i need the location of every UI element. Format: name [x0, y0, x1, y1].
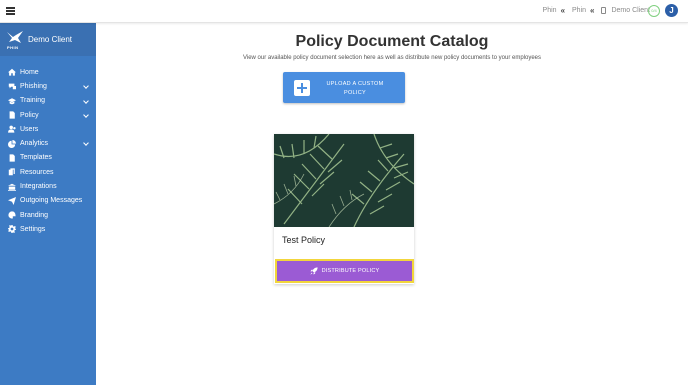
- training-icon: [8, 97, 16, 105]
- chevron-down-icon: [83, 97, 89, 104]
- top-bar: Phin « Phin « Demo Client 0/4 J: [0, 0, 688, 23]
- sidebar-item-outgoing-messages[interactable]: Outgoing Messages: [0, 194, 96, 208]
- sidebar-item-label: Settings: [20, 225, 46, 233]
- sidebar-nav: Home Phishing Training Policy Users Anal…: [0, 65, 96, 237]
- breadcrumb: Phin « Phin « Demo Client: [543, 6, 650, 15]
- sidebar-item-label: Training: [20, 97, 46, 105]
- sidebar-item-label: Outgoing Messages: [20, 197, 83, 205]
- policy-card-image: [274, 134, 414, 227]
- status-indicator[interactable]: 0/4: [648, 5, 660, 17]
- distribute-policy-button[interactable]: DISTRIBUTE POLICY: [275, 259, 414, 283]
- chevron-left-double-icon: «: [560, 6, 566, 15]
- analytics-icon: [8, 139, 16, 148]
- main-content: Policy Document Catalog View our availab…: [96, 23, 688, 385]
- breadcrumb-item[interactable]: Phin: [572, 7, 586, 14]
- plus-icon: [294, 80, 310, 96]
- chevron-down-icon: [83, 140, 89, 147]
- policy-card-title: Test Policy: [282, 235, 326, 245]
- chevron-left-double-icon: «: [590, 6, 595, 15]
- sidebar-item-policy[interactable]: Policy: [0, 108, 96, 122]
- phishing-icon: [8, 82, 16, 90]
- sidebar-item-label: Analytics: [20, 140, 49, 148]
- sidebar-item-resources[interactable]: Resources: [0, 165, 96, 179]
- breadcrumb-item[interactable]: Demo Client: [611, 7, 650, 14]
- sidebar-item-settings[interactable]: Settings: [0, 222, 96, 236]
- rocket-icon: [309, 267, 318, 275]
- sidebar: PHIN Demo Client Home Phishing Training …: [0, 23, 96, 385]
- breadcrumb-item[interactable]: Phin: [543, 7, 557, 14]
- sidebar-item-templates[interactable]: Templates: [0, 151, 96, 165]
- page-subtitle: View our available policy document selec…: [242, 55, 542, 61]
- upload-custom-policy-button[interactable]: UPLOAD A CUSTOM POLICY: [283, 72, 405, 103]
- upload-button-label: UPLOAD A CUSTOM POLICY: [326, 81, 384, 96]
- outgoing-messages-icon: [8, 196, 16, 205]
- resources-icon: [8, 168, 16, 176]
- chevron-down-icon: [83, 83, 89, 90]
- sidebar-item-phishing[interactable]: Phishing: [0, 79, 96, 93]
- sidebar-item-integrations[interactable]: Integrations: [0, 179, 96, 193]
- sidebar-item-training[interactable]: Training: [0, 94, 96, 108]
- brand-header[interactable]: PHIN Demo Client: [0, 23, 96, 56]
- hamburger-menu-icon[interactable]: [6, 7, 15, 15]
- sidebar-item-branding[interactable]: Branding: [0, 208, 96, 222]
- phin-logo: PHIN: [6, 30, 24, 50]
- home-icon: [8, 68, 16, 76]
- users-icon: [8, 125, 16, 133]
- sidebar-item-label: Branding: [20, 211, 49, 219]
- distribute-button-label: DISTRIBUTE POLICY: [321, 268, 380, 274]
- sidebar-item-label: Users: [20, 125, 39, 133]
- sidebar-item-label: Integrations: [20, 183, 57, 191]
- sidebar-item-home[interactable]: Home: [0, 65, 96, 79]
- page-title: Policy Document Catalog: [295, 33, 489, 50]
- sidebar-item-users[interactable]: Users: [0, 122, 96, 136]
- templates-icon: [8, 154, 16, 162]
- sidebar-item-label: Resources: [20, 168, 54, 176]
- policy-icon: [8, 111, 16, 119]
- document-icon: [601, 7, 607, 14]
- sidebar-item-label: Templates: [20, 154, 52, 162]
- settings-icon: [8, 225, 16, 234]
- sidebar-item-label: Policy: [20, 111, 39, 119]
- sidebar-item-analytics[interactable]: Analytics: [0, 136, 96, 150]
- integrations-icon: [8, 183, 16, 191]
- sidebar-item-label: Home: [20, 68, 39, 76]
- client-name: Demo Client: [28, 35, 73, 44]
- avatar[interactable]: J: [665, 4, 678, 17]
- branding-icon: [8, 211, 16, 219]
- sidebar-item-label: Phishing: [20, 82, 47, 90]
- chevron-down-icon: [83, 112, 89, 118]
